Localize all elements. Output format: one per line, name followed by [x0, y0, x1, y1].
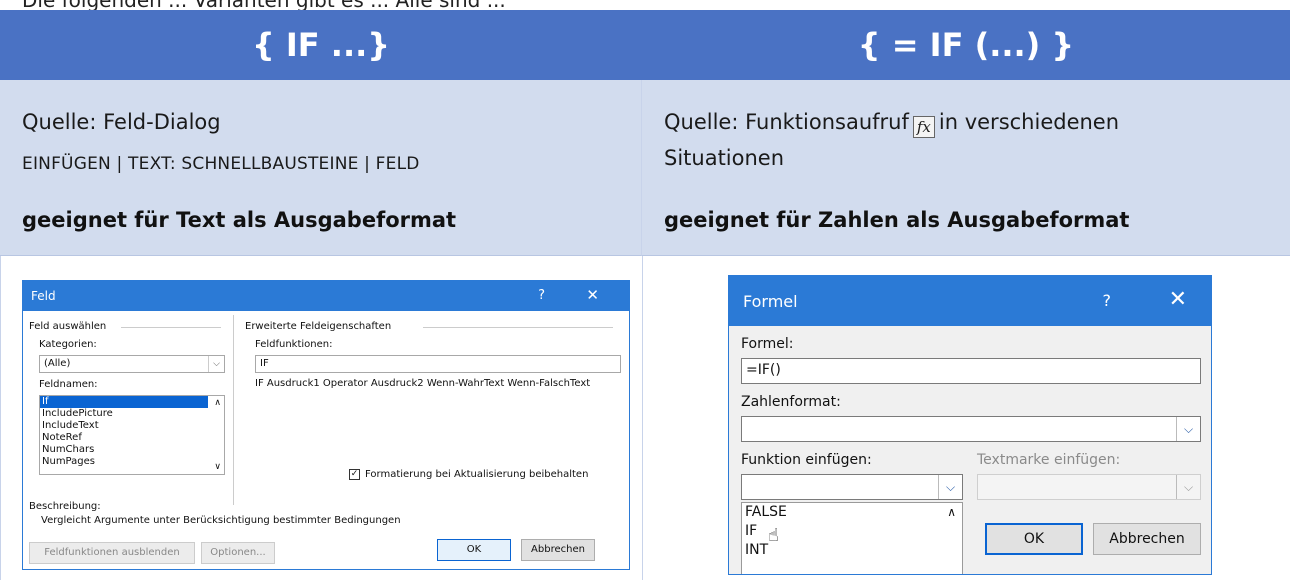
list-item[interactable]: FALSE	[742, 503, 962, 522]
close-icon[interactable]: ✕	[1169, 287, 1187, 312]
feldfunktionen-value: IF	[260, 358, 269, 369]
feld-dialog-title: Feld	[31, 289, 56, 303]
left-suitability: geeignet für Text als Ausgabeformat	[22, 208, 457, 232]
left-source-line: Quelle: Feld-Dialog	[22, 110, 221, 134]
ok-button[interactable]: OK	[985, 523, 1083, 555]
list-item[interactable]: NumPages	[40, 456, 224, 468]
beschreibung-label: Beschreibung:	[29, 501, 101, 512]
options-button[interactable]: Optionen...	[201, 542, 275, 564]
chevron-down-icon: ⌵	[1176, 417, 1200, 441]
fx-icon: fx	[912, 116, 935, 138]
feldfunktionen-input[interactable]: IF	[255, 355, 621, 373]
feldfunktionen-label: Feldfunktionen:	[255, 339, 333, 350]
column-divider	[642, 256, 643, 580]
right-suitability: geeignet für Zahlen als Ausgabeformat	[664, 208, 1130, 232]
cancel-button[interactable]: Abbrechen	[521, 539, 595, 561]
checkbox-label: Formatierung bei Aktualisierung beibehal…	[365, 469, 589, 480]
funktion-label: Funktion einfügen:	[741, 452, 872, 468]
help-icon[interactable]: ?	[1103, 291, 1112, 310]
hide-field-codes-button[interactable]: Feldfunktionen ausblenden	[29, 542, 195, 564]
cancel-button[interactable]: Abbrechen	[1093, 523, 1201, 555]
group-divider	[233, 315, 234, 505]
formel-input[interactable]: =IF()	[741, 358, 1201, 384]
chevron-down-icon: ⌵	[1176, 475, 1200, 499]
funktion-select[interactable]: ⌵	[741, 474, 963, 500]
group-feld-auswaehlen: Feld auswählen	[29, 321, 107, 332]
scroll-up-icon[interactable]: ∧	[214, 398, 221, 408]
list-item[interactable]: IncludeText	[40, 420, 224, 432]
feld-dialog-titlebar: Feld ? ✕	[23, 281, 629, 311]
ok-button[interactable]: OK	[437, 539, 511, 561]
funktion-dropdown-list[interactable]: FALSE IF INT ∧ ☝	[741, 502, 963, 574]
kategorien-value: (Alle)	[44, 358, 71, 369]
scroll-down-icon[interactable]: ∨	[214, 462, 221, 472]
right-source-line-2: Situationen	[664, 146, 785, 170]
checkbox[interactable]: ✓	[349, 469, 360, 480]
group-line	[423, 327, 613, 328]
feld-dialog: Feld ? ✕ Feld auswählen Kategorien: (All…	[22, 280, 630, 570]
formel-value: =IF()	[746, 362, 781, 378]
list-item[interactable]: If	[40, 396, 208, 408]
formel-dialog: Formel ? ✕ Formel: =IF() Zahlenformat: ⌵…	[728, 275, 1212, 575]
feldnamen-list[interactable]: If IncludePicture IncludeText NoteRef Nu…	[39, 395, 225, 475]
group-erweiterte: Erweiterte Feldeigenschaften	[245, 321, 392, 332]
cursor-icon: ☝	[768, 525, 779, 546]
top-text-fragment: Die folgenden ... Varianten gibt es ... …	[0, 0, 1290, 10]
zahlenformat-select[interactable]: ⌵	[741, 416, 1201, 442]
right-column-header: { = IF (...) }	[642, 10, 1290, 80]
right-info-band: Quelle: Funktionsaufruf fx in verschiedene…	[642, 80, 1290, 256]
formel-dialog-title: Formel	[743, 291, 798, 311]
help-icon[interactable]: ?	[538, 288, 545, 303]
list-item[interactable]: NumChars	[40, 444, 224, 456]
feldnamen-label: Feldnamen:	[39, 379, 98, 390]
scroll-up-icon[interactable]: ∧	[947, 505, 956, 519]
formel-dialog-titlebar: Formel ? ✕	[729, 276, 1211, 326]
right-source-b: in verschiedenen	[938, 110, 1120, 134]
left-menu-path: EINFÜGEN | TEXT: SCHNELLBAUSTEINE | FELD	[22, 154, 420, 174]
textmarke-label: Textmarke einfügen:	[977, 452, 1121, 468]
kategorien-select[interactable]: (Alle) ⌵	[39, 355, 225, 373]
group-line	[121, 327, 221, 328]
list-item[interactable]: NoteRef	[40, 432, 224, 444]
beschreibung-text: Vergleicht Argumente unter Berücksichtig…	[41, 515, 401, 526]
left-info-band: Quelle: Feld-Dialog EINFÜGEN | TEXT: SCH…	[0, 80, 642, 256]
textmarke-select[interactable]: ⌵	[977, 474, 1201, 500]
kategorien-label: Kategorien:	[39, 339, 97, 350]
close-icon[interactable]: ✕	[586, 286, 599, 304]
left-column-header: { IF ...}	[0, 10, 642, 80]
zahlenformat-label: Zahlenformat:	[741, 394, 841, 410]
list-item[interactable]: IncludePicture	[40, 408, 224, 420]
syntax-text: IF Ausdruck1 Operator Ausdruck2 Wenn-Wah…	[255, 378, 591, 389]
right-source-line: Quelle: Funktionsaufruf fx in verschiedene…	[664, 110, 1119, 138]
chevron-down-icon: ⌵	[208, 356, 224, 372]
chevron-down-icon: ⌵	[938, 475, 962, 499]
formel-label: Formel:	[741, 336, 794, 352]
left-border	[0, 256, 1, 580]
right-source-a: Quelle: Funktionsaufruf	[664, 110, 909, 134]
